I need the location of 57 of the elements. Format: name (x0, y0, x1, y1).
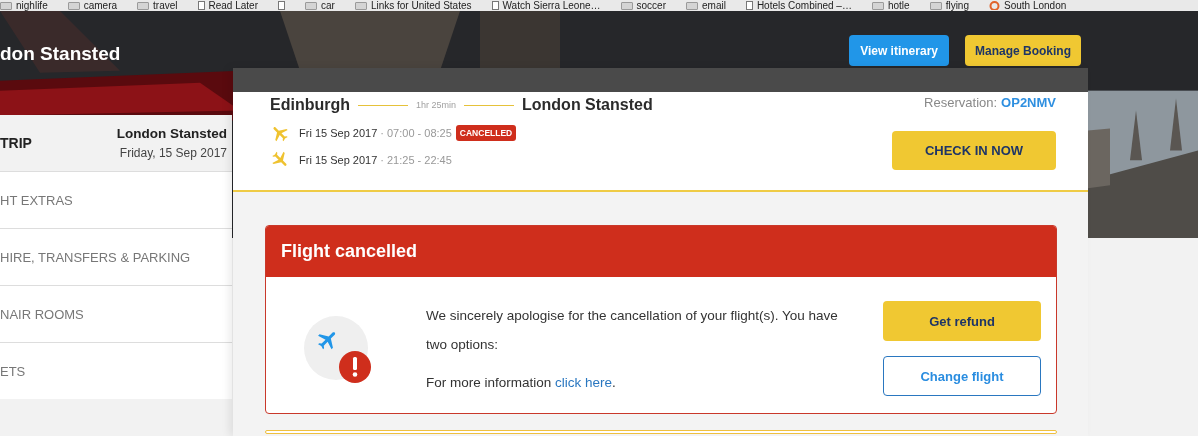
bookmark-item[interactable] (278, 1, 285, 10)
bookmark-item[interactable]: camera (67, 0, 118, 11)
reservation-label: Reservation: (924, 95, 998, 110)
sidebar-item[interactable]: HT EXTRAS (0, 172, 232, 229)
page-icon (491, 1, 499, 10)
trip-date: Friday, 15 Sep 2017 (118, 146, 227, 160)
route-line (358, 104, 408, 106)
folder-icon (67, 1, 80, 10)
folder-icon (620, 1, 633, 10)
alert-message: We sincerely apologise for the cancellation of your flight(s). You have two options: (426, 307, 839, 354)
folder-icon (0, 1, 12, 10)
alert-title: Flight cancelled (281, 241, 418, 262)
flight-duration: 1hr 25min (416, 100, 456, 110)
bookmark-item[interactable]: travel (137, 0, 178, 11)
flight-date: Fri 15 Sep 2017 (299, 153, 378, 166)
folder-icon (354, 1, 367, 10)
flight-date: Fri 15 Sep 2017 (299, 126, 378, 139)
bookmark-item[interactable]: car (305, 0, 335, 11)
folder-icon (686, 1, 698, 10)
check-in-button[interactable]: CHECK IN NOW (892, 131, 1056, 170)
destination-city: London Stansted (522, 96, 653, 114)
page-icon (197, 1, 205, 10)
reservation-code: OP2NMV (1001, 95, 1056, 110)
bookmark-item[interactable]: Watch Sierra Leone… (491, 0, 601, 11)
flight-times: · 07:00 - 08:25 (380, 126, 452, 139)
bookmark-item[interactable]: flying (929, 0, 969, 11)
bookmark-item[interactable]: soccer (620, 0, 666, 11)
trip-summary[interactable]: TRIP London Stansted Friday, 15 Sep 2017 (0, 115, 232, 172)
manage-booking-button[interactable]: Manage Booking (965, 35, 1081, 66)
trip-destination: London Stansted (116, 126, 227, 141)
bookmark-item[interactable]: Read Later (197, 0, 258, 11)
bookmark-item[interactable]: South London (989, 0, 1067, 11)
bookmark-item[interactable]: hotle (871, 0, 910, 11)
sidebar-item[interactable]: HIRE, TRANSFERS & PARKING (0, 229, 232, 286)
bookmark-item[interactable]: email (686, 0, 726, 11)
flight-times: · 21:25 - 22:45 (380, 153, 452, 166)
page-icon (278, 1, 285, 10)
folder-icon (305, 1, 317, 10)
sidebar-item[interactable]: NAIR ROOMS (0, 286, 232, 343)
folder-icon (929, 1, 942, 10)
route-line (464, 104, 514, 106)
status-badge: CANCELLED (455, 124, 517, 141)
bookmark-item[interactable]: Hotels Combined –… (745, 0, 852, 11)
site-icon (989, 1, 1000, 10)
bookmark-item[interactable]: Links for United States (354, 0, 472, 11)
page-icon (745, 1, 753, 10)
info-text: For more information click here. (426, 374, 617, 392)
refund-button[interactable]: Get refund (883, 301, 1041, 341)
page-title: don Stansted (0, 43, 121, 65)
sidebar-item[interactable]: ETS (0, 343, 232, 399)
info-link[interactable]: click here (555, 375, 613, 390)
change-flight-button[interactable]: Change flight (883, 356, 1041, 396)
origin-city: Edinburgh (270, 96, 350, 114)
trip-label: TRIP (0, 135, 32, 151)
folder-icon (137, 1, 150, 10)
bookmark-item[interactable]: nighlife (0, 0, 48, 11)
folder-icon (871, 1, 884, 10)
